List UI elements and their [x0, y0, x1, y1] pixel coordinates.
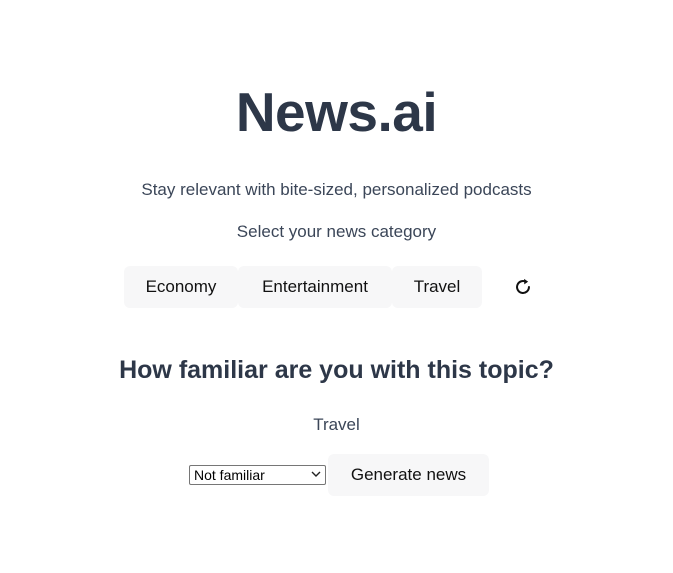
category-button-travel[interactable]: Travel — [392, 266, 482, 308]
familiarity-select[interactable]: Not familiar — [189, 465, 326, 485]
app-subtitle: Stay relevant with bite-sized, personali… — [141, 180, 532, 199]
category-button-entertainment[interactable]: Entertainment — [238, 266, 392, 308]
selected-topic: Travel — [313, 415, 360, 434]
category-prompt: Select your news category — [236, 222, 437, 241]
refresh-button[interactable] — [508, 272, 538, 302]
category-list: Economy Entertainment Travel — [124, 266, 482, 308]
chevron-down-icon — [311, 469, 321, 481]
refresh-icon — [516, 278, 530, 294]
category-button-economy[interactable]: Economy — [124, 266, 238, 308]
page: News.ai Stay relevant with bite-sized, p… — [0, 0, 673, 573]
generate-news-button[interactable]: Generate news — [328, 454, 489, 496]
familiarity-question: How familiar are you with this topic? — [119, 356, 554, 384]
app-title: News.ai — [235, 81, 438, 143]
familiarity-select-value: Not familiar — [194, 467, 265, 483]
generate-controls: Not familiar Generate news — [189, 454, 489, 496]
